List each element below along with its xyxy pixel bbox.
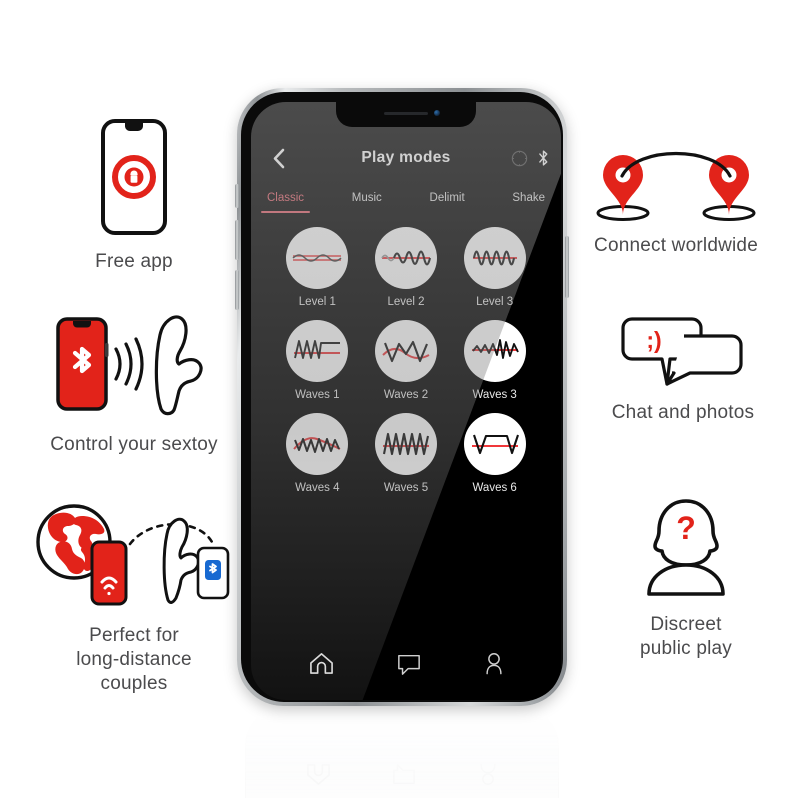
mode-waves-3[interactable]: Waves 3: [463, 320, 526, 401]
feature-chat-and-photos: ;) Chat and photos: [588, 315, 778, 425]
mode-icon-ascending-zigzag: [463, 320, 526, 382]
mode-icon-zigzag-then-flat: [286, 320, 349, 382]
mode-icon-wide-triangle-peaks: [374, 320, 437, 382]
reflection-home-icon: [306, 764, 330, 785]
front-camera: [434, 110, 440, 116]
mode-label: Waves 6: [472, 482, 517, 494]
reflection-chat-icon: [393, 764, 416, 785]
reflection-body: [245, 706, 559, 798]
earpiece-speaker: [384, 112, 428, 115]
mode-waves-4[interactable]: Waves 4: [286, 413, 349, 494]
mode-label: Level 3: [476, 296, 514, 308]
question-glyph: ?: [676, 510, 696, 546]
mode-waves-1[interactable]: Waves 1: [286, 320, 349, 401]
reflection-nav-icons: [245, 762, 559, 787]
phone-mockup: Play modes Classic Music Delimit Shake L…: [235, 88, 569, 708]
tab-delimit[interactable]: Delimit: [428, 188, 467, 213]
feature-caption: Connect worldwide: [594, 235, 758, 256]
feature-control-sextoy: Control your sextoy: [24, 305, 244, 457]
back-button[interactable]: [267, 147, 289, 169]
mode-label: Waves 2: [383, 389, 429, 401]
mode-level-1[interactable]: Level 1: [286, 227, 349, 308]
phone-bezel: Play modes Classic Music Delimit Shake L…: [241, 92, 563, 702]
mode-label: Level 1: [298, 296, 336, 308]
mode-level-2[interactable]: Level 2: [374, 227, 437, 308]
mode-label: Waves 4: [295, 482, 340, 494]
feature-caption: Chat and photos: [611, 402, 755, 423]
mode-label: Level 2: [387, 296, 425, 308]
feature-free-app: Free app: [34, 118, 234, 274]
nav-profile-button[interactable]: [483, 651, 505, 676]
mode-icon-arc-over-zigzag: [286, 413, 349, 475]
mode-icon-square-pulse: [463, 413, 526, 475]
volume-up-button[interactable]: [235, 220, 239, 260]
chat-bubble-icon: [397, 654, 420, 675]
phone-with-app-logo-icon: [99, 118, 169, 236]
phone-reflection: [245, 706, 559, 798]
compass-dim-icon[interactable]: [511, 150, 528, 167]
power-button[interactable]: [565, 236, 569, 298]
mode-level-3[interactable]: Level 3: [463, 227, 526, 308]
tab-classic[interactable]: Classic: [260, 188, 311, 213]
app-content: Play modes Classic Music Delimit Shake L…: [251, 102, 561, 700]
mute-switch[interactable]: [235, 184, 239, 208]
feature-caption: Perfect for long-distance couples: [76, 625, 192, 694]
mode-icon-dense-triangle-wave: [374, 413, 437, 475]
app-bar: Play modes: [251, 130, 561, 186]
app-bar-actions: [511, 149, 549, 167]
page-title: Play modes: [361, 149, 451, 166]
nav-chat-button[interactable]: [396, 652, 422, 676]
phone-bluetooth-waves-toy-icon: [34, 305, 234, 423]
mode-waves-5[interactable]: Waves 5: [374, 413, 437, 494]
home-icon: [309, 653, 333, 674]
person-icon: [485, 653, 502, 675]
phone-screen: Play modes Classic Music Delimit Shake L…: [251, 102, 561, 700]
play-modes-grid: Level 1 Level 2 Level 3 Waves 1 Waves 2 …: [251, 213, 561, 494]
wink-emoticon: ;): [646, 327, 661, 353]
chevron-left-icon: [273, 148, 284, 168]
globe-phone-toy-phone-icon: [26, 498, 242, 610]
two-speech-bubbles-wink-icon: ;): [618, 315, 748, 389]
mode-icon-growing-sine: [374, 227, 437, 289]
feature-discreet-public-play: ? Discreet public play: [588, 495, 784, 661]
poster-canvas: Free app Control your sextoy Perfect for…: [0, 0, 800, 800]
nav-home-button[interactable]: [308, 651, 335, 676]
reflection-person-icon: [480, 763, 496, 785]
two-map-pins-arc-icon: [591, 148, 761, 224]
mode-waves-2[interactable]: Waves 2: [374, 320, 437, 401]
phone-notch: [336, 102, 476, 127]
volume-down-button[interactable]: [235, 270, 239, 310]
feature-caption: Free app: [95, 251, 173, 272]
tab-shake[interactable]: Shake: [510, 188, 547, 213]
anonymous-person-question-icon: ?: [631, 495, 741, 599]
mode-label: Waves 5: [383, 482, 429, 494]
feature-long-distance: Perfect for long-distance couples: [20, 498, 248, 696]
mode-label: Waves 3: [472, 389, 517, 401]
phone-frame: Play modes Classic Music Delimit Shake L…: [235, 88, 569, 706]
mode-icon-low-amplitude-sine: [286, 227, 349, 289]
mode-label: Waves 1: [295, 389, 340, 401]
feature-caption: Discreet public play: [640, 614, 732, 659]
mode-waves-6[interactable]: Waves 6: [463, 413, 526, 494]
tab-music[interactable]: Music: [350, 188, 384, 213]
mode-icon-high-frequency-sine: [463, 227, 526, 289]
feature-connect-worldwide: Connect worldwide: [572, 148, 780, 258]
bottom-navigation: [251, 651, 561, 676]
feature-caption: Control your sextoy: [50, 434, 218, 455]
play-mode-tabs: Classic Music Delimit Shake: [251, 186, 561, 213]
bluetooth-icon[interactable]: [538, 149, 549, 167]
